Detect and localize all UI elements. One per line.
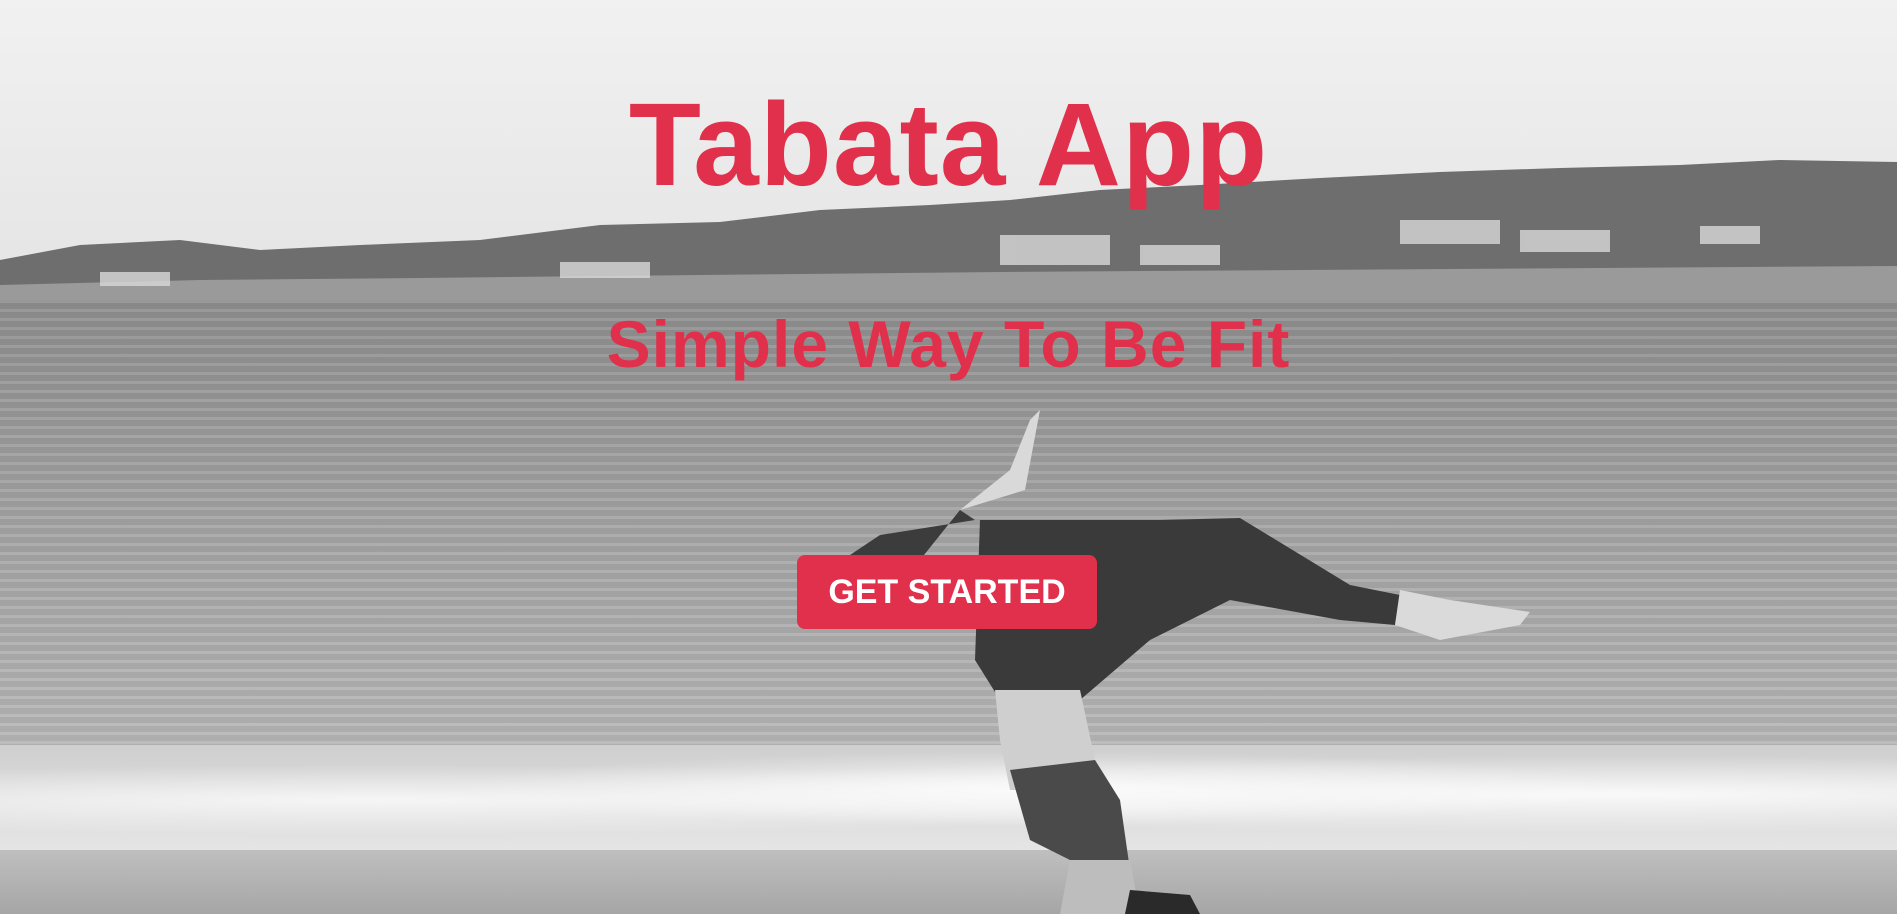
get-started-button[interactable]: GET STARTED	[797, 555, 1097, 629]
app-title: Tabata App	[628, 79, 1269, 211]
hero-section: Tabata App Simple Way To Be Fit GET STAR…	[0, 0, 1897, 914]
app-subtitle: Simple Way To Be Fit	[606, 307, 1291, 381]
